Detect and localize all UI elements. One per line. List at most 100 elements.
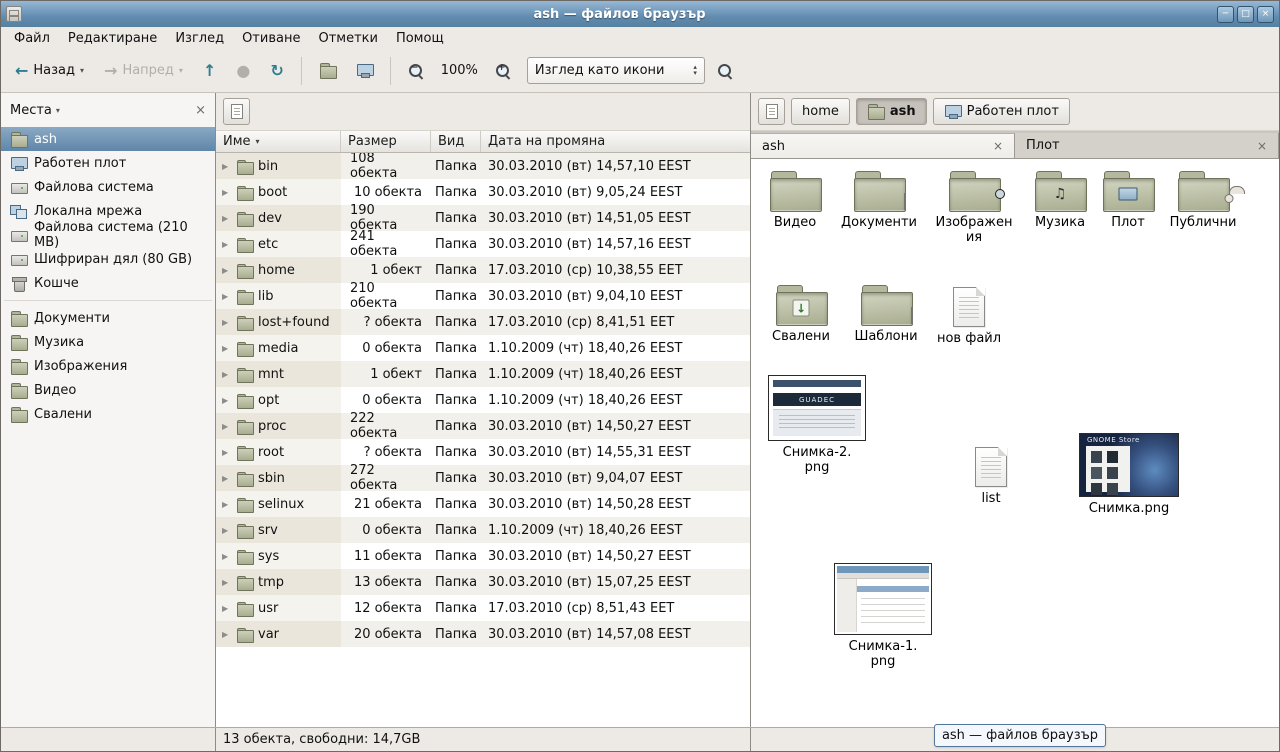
- table-row[interactable]: ▶lib210 обектаПапка30.03.2010 (вт) 9,04,…: [216, 283, 750, 309]
- table-row[interactable]: ▶mnt1 обектПапка1.10.2009 (чт) 18,40,26 …: [216, 361, 750, 387]
- expander-icon[interactable]: ▶: [222, 474, 232, 483]
- stop-button[interactable]: ●: [228, 56, 258, 86]
- expander-icon[interactable]: ▶: [222, 266, 232, 275]
- table-row[interactable]: ▶etc241 обектаПапка30.03.2010 (вт) 14,57…: [216, 231, 750, 257]
- table-row[interactable]: ▶root? обектаПапка30.03.2010 (вт) 14,55,…: [216, 439, 750, 465]
- sidebar-item-desktop[interactable]: Работен плот: [1, 151, 215, 175]
- image-item-snimka1[interactable]: Снимка-1.png: [833, 563, 933, 670]
- expander-icon[interactable]: ▶: [222, 240, 232, 249]
- table-row[interactable]: ▶bin108 обектаПапка30.03.2010 (вт) 14,57…: [216, 153, 750, 179]
- icon-view[interactable]: Видео Документи Изображения ♫ Музика Пло…: [751, 159, 1279, 727]
- expander-icon[interactable]: ▶: [222, 188, 232, 197]
- window-list-tooltip[interactable]: ash — файлов браузър: [934, 724, 1106, 747]
- image-item-snimka[interactable]: GNOME Store Снимка.png: [1077, 433, 1181, 517]
- expander-icon[interactable]: ▶: [222, 162, 232, 171]
- folder-item-templates[interactable]: Шаблони: [849, 285, 923, 345]
- view-mode-select[interactable]: Изглед като икони ▴▾: [527, 57, 705, 84]
- sidebar-item-ash[interactable]: ash: [1, 127, 215, 151]
- folder-item-desktop[interactable]: Плот: [1099, 171, 1157, 231]
- tab-ash[interactable]: ash×: [751, 133, 1015, 158]
- table-row[interactable]: ▶sbin272 обектаПапка30.03.2010 (вт) 9,04…: [216, 465, 750, 491]
- folder-item-pictures[interactable]: Изображения: [935, 171, 1013, 246]
- table-row[interactable]: ▶usr12 обектаПапка17.03.2010 (ср) 8,51,4…: [216, 595, 750, 621]
- expander-icon[interactable]: ▶: [222, 318, 232, 327]
- table-row[interactable]: ▶var20 обектаПапка30.03.2010 (вт) 14,57,…: [216, 621, 750, 647]
- tab-desktop[interactable]: Плот×: [1015, 133, 1279, 158]
- folder-item-public[interactable]: Публични: [1163, 171, 1243, 231]
- table-row[interactable]: ▶opt0 обектаПапка1.10.2009 (чт) 18,40,26…: [216, 387, 750, 413]
- sidebar-item-pictures[interactable]: Изображения: [1, 354, 215, 378]
- menu-help[interactable]: Помощ: [387, 29, 453, 48]
- tab-close-icon[interactable]: ×: [1257, 139, 1267, 153]
- reload-button[interactable]: ↻: [262, 56, 291, 86]
- menu-bookmarks[interactable]: Отметки: [309, 29, 386, 48]
- expander-icon[interactable]: ▶: [222, 370, 232, 379]
- expander-icon[interactable]: ▶: [222, 292, 232, 301]
- table-row[interactable]: ▶srv0 обектаПапка1.10.2009 (чт) 18,40,26…: [216, 517, 750, 543]
- forward-button[interactable]: → Напред ▾: [96, 56, 191, 86]
- tab-close-icon[interactable]: ×: [993, 139, 1003, 153]
- expander-icon[interactable]: ▶: [222, 214, 232, 223]
- expander-icon[interactable]: ▶: [222, 526, 232, 535]
- titlebar[interactable]: ash — файлов браузър ─ □ ×: [1, 1, 1279, 27]
- sidebar-dropdown-icon[interactable]: ▾: [56, 106, 60, 115]
- folder-item-documents[interactable]: Документи: [835, 171, 923, 231]
- menu-go[interactable]: Отиване: [233, 29, 309, 48]
- expander-icon[interactable]: ▶: [222, 448, 232, 457]
- sidebar-item-trash[interactable]: Кошче: [1, 271, 215, 295]
- menu-view[interactable]: Изглед: [166, 29, 233, 48]
- menu-file[interactable]: Файл: [5, 29, 59, 48]
- expander-icon[interactable]: ▶: [222, 500, 232, 509]
- location-toggle-button[interactable]: [223, 98, 250, 125]
- file-item-new-file[interactable]: нов файл: [935, 287, 1003, 347]
- sidebar-item-filesystem[interactable]: Файлова система: [1, 175, 215, 199]
- computer-button[interactable]: [348, 56, 381, 86]
- table-row[interactable]: ▶proc222 обектаПапка30.03.2010 (вт) 14,5…: [216, 413, 750, 439]
- back-button[interactable]: ← Назад ▾: [7, 56, 92, 86]
- sidebar-item-downloads[interactable]: Свалени: [1, 402, 215, 426]
- minimize-button[interactable]: ─: [1217, 6, 1234, 23]
- maximize-button[interactable]: □: [1237, 6, 1254, 23]
- column-header-name[interactable]: Име▾: [216, 131, 341, 152]
- expander-icon[interactable]: ▶: [222, 578, 232, 587]
- expander-icon[interactable]: ▶: [222, 552, 232, 561]
- column-header-size[interactable]: Размер: [341, 131, 431, 152]
- zoom-out-button[interactable]: −: [400, 56, 432, 86]
- folder-item-video[interactable]: Видео: [761, 171, 829, 231]
- column-header-date[interactable]: Дата на промяна: [481, 131, 750, 152]
- sidebar-close-icon[interactable]: ×: [195, 103, 206, 118]
- image-item-snimka2[interactable]: GUADEC Снимка-2.png: [767, 375, 867, 476]
- expander-icon[interactable]: ▶: [222, 604, 232, 613]
- location-toggle-button[interactable]: [758, 98, 785, 125]
- table-row[interactable]: ▶home1 обектПапка17.03.2010 (ср) 10,38,5…: [216, 257, 750, 283]
- search-button[interactable]: [709, 56, 741, 86]
- close-button[interactable]: ×: [1257, 6, 1274, 23]
- sidebar-title[interactable]: Места: [10, 103, 52, 118]
- folder-item-downloads[interactable]: ↓ Свалени: [765, 285, 837, 345]
- table-row[interactable]: ▶selinux21 обектаПапка30.03.2010 (вт) 14…: [216, 491, 750, 517]
- sidebar-item-documents[interactable]: Документи: [1, 306, 215, 330]
- breadcrumb-home[interactable]: home: [791, 98, 850, 125]
- expander-icon[interactable]: ▶: [222, 396, 232, 405]
- up-button[interactable]: ↑: [195, 56, 224, 86]
- column-header-type[interactable]: Вид: [431, 131, 481, 152]
- expander-icon[interactable]: ▶: [222, 344, 232, 353]
- menu-edit[interactable]: Редактиране: [59, 29, 166, 48]
- breadcrumb-desktop[interactable]: Работен плот: [933, 98, 1070, 125]
- table-row[interactable]: ▶sys11 обектаПапка30.03.2010 (вт) 14,50,…: [216, 543, 750, 569]
- sidebar-item-filesystem-210mb[interactable]: Файлова система (210 MB): [1, 223, 215, 247]
- table-row[interactable]: ▶boot10 обектаПапка30.03.2010 (вт) 9,05,…: [216, 179, 750, 205]
- table-row[interactable]: ▶lost+found? обектаПапка17.03.2010 (ср) …: [216, 309, 750, 335]
- file-item-list[interactable]: list: [969, 447, 1013, 507]
- zoom-in-button[interactable]: +: [487, 56, 519, 86]
- sidebar-item-video[interactable]: Видео: [1, 378, 215, 402]
- table-row[interactable]: ▶media0 обектаПапка1.10.2009 (чт) 18,40,…: [216, 335, 750, 361]
- table-row[interactable]: ▶dev190 обектаПапка30.03.2010 (вт) 14,51…: [216, 205, 750, 231]
- breadcrumb-ash[interactable]: ash: [856, 98, 927, 125]
- home-button[interactable]: [311, 56, 344, 86]
- sidebar-item-encrypted[interactable]: Шифриран дял (80 GB): [1, 247, 215, 271]
- table-row[interactable]: ▶tmp13 обектаПапка30.03.2010 (вт) 15,07,…: [216, 569, 750, 595]
- sidebar-item-music[interactable]: Музика: [1, 330, 215, 354]
- folder-item-music[interactable]: ♫ Музика: [1027, 171, 1093, 231]
- expander-icon[interactable]: ▶: [222, 630, 232, 639]
